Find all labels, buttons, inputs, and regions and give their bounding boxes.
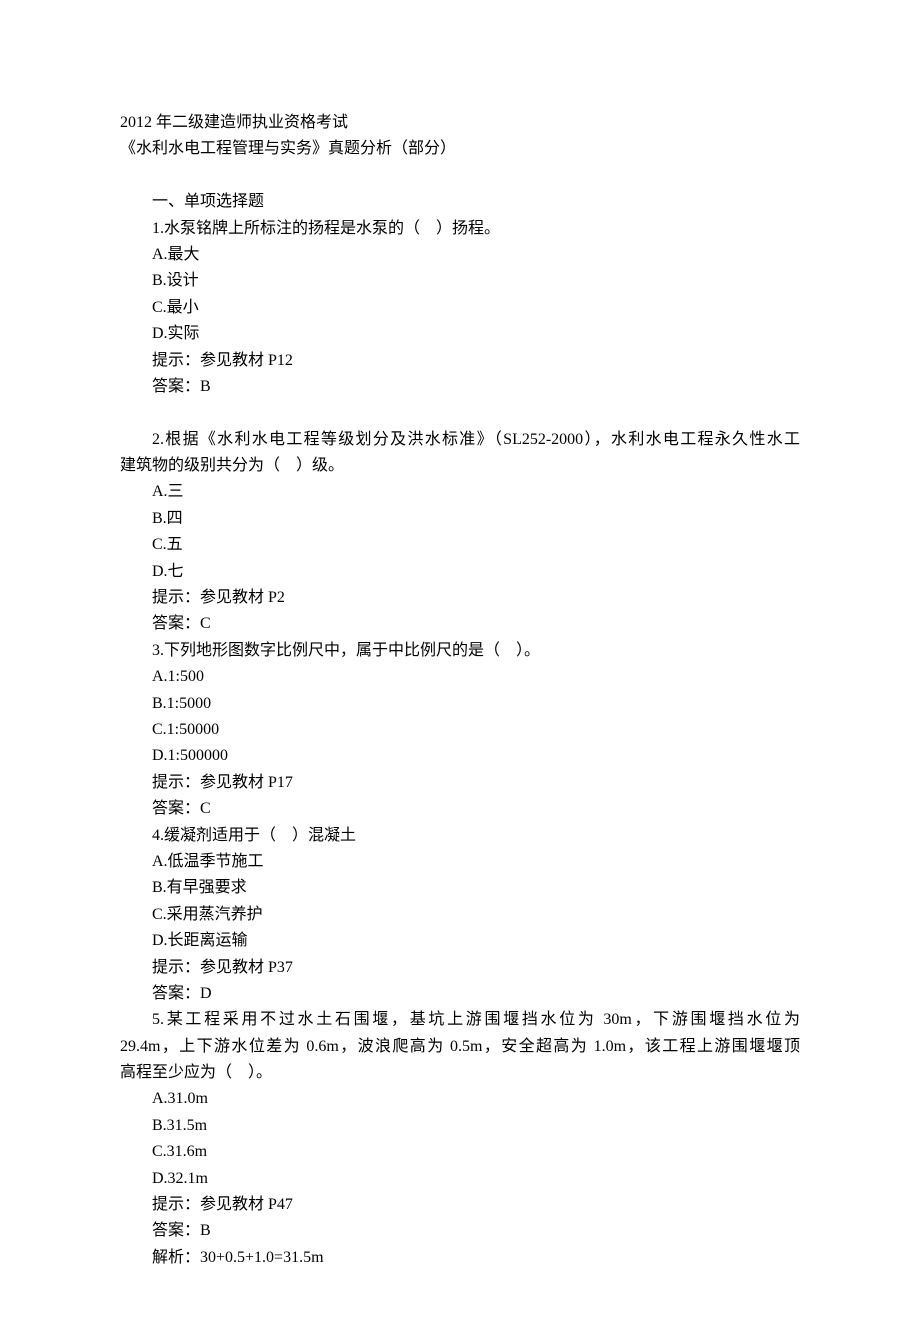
question-stem: 2.根据《水利水电工程等级划分及洪水标准》（SL252-2000），水利水电工程… bbox=[120, 427, 800, 453]
question-stem-cont: 建筑物的级别共分为（ ）级。 bbox=[120, 453, 800, 479]
question-option: D.实际 bbox=[120, 321, 800, 347]
question-option: B.设计 bbox=[120, 268, 800, 294]
question-option: D.七 bbox=[120, 559, 800, 585]
question-stem: 1.水泵铭牌上所标注的扬程是水泵的（ ）扬程。 bbox=[120, 216, 800, 242]
question-option: C.五 bbox=[120, 532, 800, 558]
question-option: B.31.5m bbox=[120, 1113, 800, 1139]
question-answer: 答案：C bbox=[120, 611, 800, 637]
doc-title-line1: 2012 年二级建造师执业资格考试 bbox=[120, 110, 800, 136]
question-option: D.长距离运输 bbox=[120, 928, 800, 954]
question-option: B.四 bbox=[120, 506, 800, 532]
section-heading: 一、单项选择题 bbox=[120, 189, 800, 215]
question-stem-cont: 29.4m，上下游水位差为 0.6m，波浪爬高为 0.5m，安全超高为 1.0m… bbox=[120, 1034, 800, 1060]
doc-title-line2: 《水利水电工程管理与实务》真题分析（部分） bbox=[120, 136, 800, 162]
question-option: C.31.6m bbox=[120, 1139, 800, 1165]
question-stem-cont: 高程至少应为（ ）。 bbox=[120, 1060, 800, 1086]
question-stem: 3.下列地形图数字比例尺中，属于中比例尺的是（ ）。 bbox=[120, 638, 800, 664]
spacer bbox=[120, 163, 800, 189]
question-hint: 提示：参见教材 P37 bbox=[120, 955, 800, 981]
question-hint: 提示：参见教材 P2 bbox=[120, 585, 800, 611]
question-answer: 答案：B bbox=[120, 374, 800, 400]
question-answer: 答案：B bbox=[120, 1218, 800, 1244]
question-hint: 提示：参见教材 P17 bbox=[120, 770, 800, 796]
question-option: C.1:50000 bbox=[120, 717, 800, 743]
question-option: A.1:500 bbox=[120, 664, 800, 690]
question-option: B.有早强要求 bbox=[120, 875, 800, 901]
question-answer: 答案：D bbox=[120, 981, 800, 1007]
spacer bbox=[120, 400, 800, 426]
question-analysis: 解析：30+0.5+1.0=31.5m bbox=[120, 1245, 800, 1271]
question-option: A.三 bbox=[120, 479, 800, 505]
question-option: A.低温季节施工 bbox=[120, 849, 800, 875]
question-stem: 4.缓凝剂适用于（ ）混凝土 bbox=[120, 823, 800, 849]
question-option: B.1:5000 bbox=[120, 691, 800, 717]
question-option: D.32.1m bbox=[120, 1166, 800, 1192]
question-option: A.31.0m bbox=[120, 1086, 800, 1112]
question-option: C.最小 bbox=[120, 295, 800, 321]
question-hint: 提示：参见教材 P12 bbox=[120, 348, 800, 374]
question-option: C.采用蒸汽养护 bbox=[120, 902, 800, 928]
question-answer: 答案：C bbox=[120, 796, 800, 822]
page-container: 2012 年二级建造师执业资格考试 《水利水电工程管理与实务》真题分析（部分） … bbox=[0, 0, 920, 1331]
question-hint: 提示：参见教材 P47 bbox=[120, 1192, 800, 1218]
question-option: D.1:500000 bbox=[120, 743, 800, 769]
question-stem: 5.某工程采用不过水土石围堰，基坑上游围堰挡水位为 30m，下游围堰挡水位为 bbox=[120, 1007, 800, 1033]
question-option: A.最大 bbox=[120, 242, 800, 268]
